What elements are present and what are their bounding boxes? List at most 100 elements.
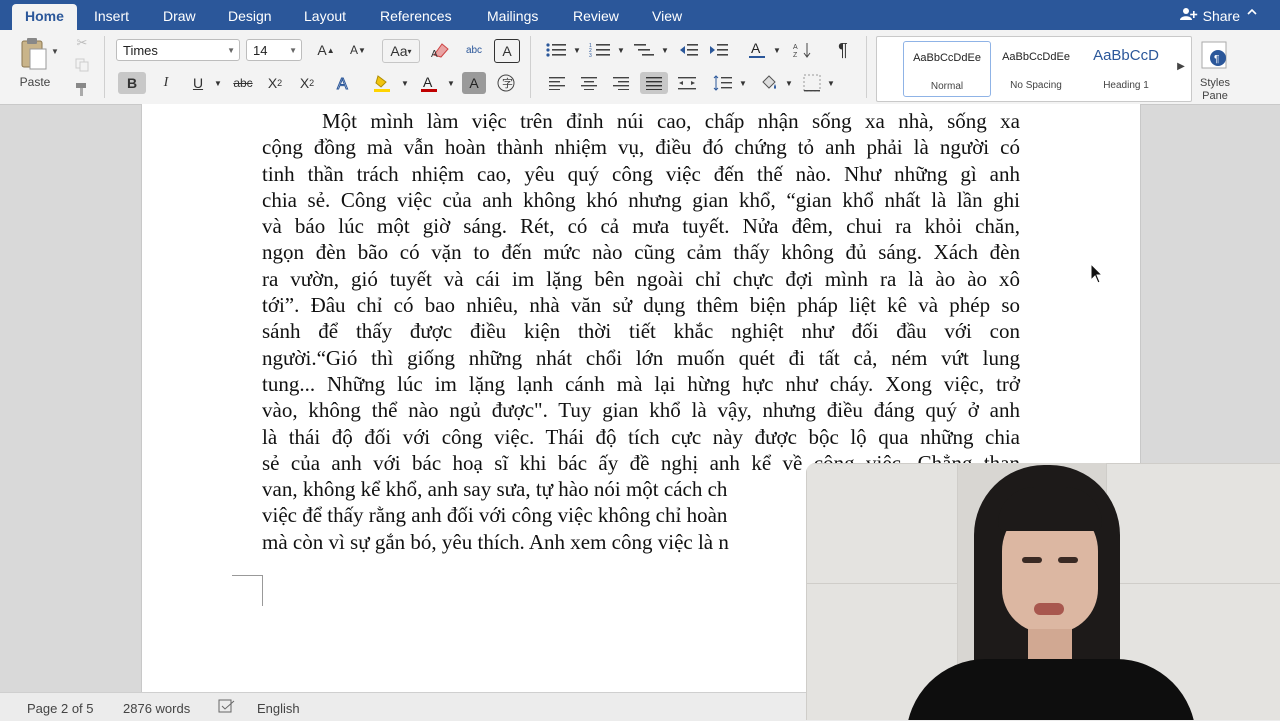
numbering-dropdown-icon[interactable]: ▼ bbox=[616, 39, 626, 61]
grow-font-icon[interactable]: A ▲ bbox=[312, 39, 340, 61]
multilevel-list-icon[interactable] bbox=[630, 39, 658, 61]
text-line: tinh thần trách nhiệm cao, yêu quý công … bbox=[262, 161, 1020, 186]
proofing-icon[interactable] bbox=[218, 699, 236, 718]
paste-label: Paste bbox=[19, 75, 51, 89]
style-no-spacing[interactable]: AaBbCcDdEe No Spacing bbox=[993, 41, 1079, 95]
person-bangs bbox=[998, 487, 1102, 531]
character-shading-icon[interactable]: A bbox=[462, 72, 486, 94]
person-mouth bbox=[1034, 603, 1064, 615]
text-line: ra vườn, gió tuyết và cái im lặng bên ng… bbox=[262, 266, 1020, 291]
svg-text:Z: Z bbox=[793, 52, 798, 59]
cut-icon[interactable]: ✂ bbox=[72, 34, 92, 52]
line-spacing-dropdown-icon[interactable]: ▼ bbox=[738, 72, 748, 94]
person-shirt bbox=[906, 659, 1196, 720]
wall-tile bbox=[1106, 463, 1280, 585]
person-eye bbox=[1058, 557, 1078, 563]
align-left-icon[interactable] bbox=[544, 72, 570, 94]
tab-view[interactable]: View bbox=[652, 0, 682, 30]
word-count[interactable]: 2876 words bbox=[123, 701, 190, 716]
language-indicator[interactable]: English bbox=[257, 701, 300, 716]
bullets-icon[interactable] bbox=[542, 39, 570, 61]
phonetic-guide-icon[interactable]: abc bbox=[460, 39, 488, 61]
text-line: và báo lúc một giờ sáng. Rét, có cả mưa … bbox=[262, 214, 1020, 239]
divider bbox=[104, 36, 105, 98]
style-preview: AaBbCcDdEe bbox=[913, 52, 981, 64]
text-effects-icon[interactable]: A bbox=[330, 72, 358, 94]
shading-dropdown-icon[interactable]: ▼ bbox=[784, 72, 794, 94]
numbering-icon[interactable]: 123 bbox=[586, 39, 614, 61]
clear-formatting-icon[interactable]: A bbox=[428, 39, 454, 61]
borders-dropdown-icon[interactable]: ▼ bbox=[826, 72, 836, 94]
tab-draw[interactable]: Draw bbox=[163, 0, 196, 30]
style-preview: AaBbCcDdEe bbox=[1002, 51, 1070, 63]
tab-mailings[interactable]: Mailings bbox=[487, 0, 538, 30]
collapse-ribbon-icon[interactable] bbox=[1246, 6, 1258, 21]
increase-indent-icon[interactable] bbox=[706, 39, 732, 61]
show-formatting-marks-icon[interactable]: ¶ bbox=[830, 39, 856, 61]
text-line: Một mình làm việc trên đỉnh núi cao, chấ… bbox=[322, 109, 1020, 133]
gallery-next-icon[interactable]: ▶ bbox=[1175, 59, 1187, 73]
divider bbox=[866, 36, 867, 98]
align-right-icon[interactable] bbox=[608, 72, 634, 94]
justify-icon[interactable] bbox=[640, 72, 668, 94]
borders-icon[interactable] bbox=[800, 72, 824, 94]
tab-references[interactable]: References bbox=[380, 0, 452, 30]
underline-dropdown-icon[interactable]: ▼ bbox=[211, 72, 225, 94]
svg-text:¶: ¶ bbox=[1214, 54, 1219, 65]
decrease-indent-icon[interactable] bbox=[676, 39, 702, 61]
font-size-value: 14 bbox=[253, 42, 268, 58]
shading-icon[interactable] bbox=[756, 72, 782, 94]
tab-layout[interactable]: Layout bbox=[304, 0, 346, 30]
enclose-characters-icon[interactable]: 字 bbox=[494, 72, 518, 94]
italic-button[interactable]: I bbox=[154, 72, 178, 94]
text-line: tung... Những lúc im lặng lạnh cánh mà l… bbox=[262, 371, 1020, 396]
highlight-dropdown-icon[interactable]: ▼ bbox=[398, 72, 412, 94]
tab-insert[interactable]: Insert bbox=[94, 0, 129, 30]
font-color-icon[interactable]: A bbox=[416, 72, 442, 94]
character-border-icon[interactable]: A bbox=[494, 39, 520, 63]
mouse-pointer-icon bbox=[1090, 262, 1104, 290]
format-painter-icon[interactable] bbox=[72, 80, 92, 98]
svg-text:3: 3 bbox=[589, 53, 592, 58]
tab-review[interactable]: Review bbox=[573, 0, 619, 30]
underline-button[interactable]: U bbox=[186, 72, 210, 94]
highlight-icon[interactable] bbox=[368, 72, 396, 94]
asian-layout-icon[interactable]: A bbox=[744, 39, 770, 61]
asian-layout-dropdown-icon[interactable]: ▼ bbox=[772, 39, 782, 61]
font-family-select[interactable]: Times ▼ bbox=[116, 39, 240, 61]
shrink-font-icon[interactable]: A ▼ bbox=[344, 39, 372, 61]
style-heading-1[interactable]: AaBbCcD Heading 1 bbox=[1083, 41, 1169, 95]
sort-icon[interactable]: AZ bbox=[790, 39, 816, 61]
superscript-button[interactable]: X2 bbox=[294, 72, 320, 94]
share-button[interactable]: Share bbox=[1179, 7, 1240, 24]
multilevel-dropdown-icon[interactable]: ▼ bbox=[660, 39, 670, 61]
chevron-down-icon: ▼ bbox=[227, 45, 235, 55]
paste-dropdown-icon[interactable]: ▼ bbox=[50, 45, 60, 57]
tab-home[interactable]: Home bbox=[12, 4, 77, 30]
svg-text:字: 字 bbox=[502, 76, 513, 90]
distributed-icon[interactable] bbox=[674, 72, 700, 94]
styles-pane-icon[interactable]: ¶ bbox=[1198, 38, 1232, 72]
svg-text:A: A bbox=[423, 74, 433, 90]
font-size-select[interactable]: 14 ▼ bbox=[246, 39, 302, 61]
font-color-dropdown-icon[interactable]: ▼ bbox=[444, 72, 458, 94]
ribbon-tab-bar: Home Insert Draw Design Layout Reference… bbox=[0, 0, 1280, 30]
style-label: No Spacing bbox=[1010, 80, 1062, 91]
line-spacing-icon[interactable] bbox=[710, 72, 736, 94]
align-center-icon[interactable] bbox=[576, 72, 602, 94]
divider bbox=[530, 36, 531, 98]
page-count[interactable]: Page 2 of 5 bbox=[27, 701, 94, 716]
tab-design[interactable]: Design bbox=[228, 0, 272, 30]
bullets-dropdown-icon[interactable]: ▼ bbox=[572, 39, 582, 61]
paste-icon[interactable] bbox=[14, 36, 54, 72]
text-line: sánh để thấy được điều kiện thời tiết kh… bbox=[262, 319, 1020, 344]
change-case-icon[interactable]: Aa ▾ bbox=[382, 39, 420, 63]
font-family-value: Times bbox=[123, 42, 158, 58]
style-preview: AaBbCcD bbox=[1093, 47, 1159, 64]
strikethrough-button[interactable]: abc bbox=[230, 72, 256, 94]
subscript-button[interactable]: X2 bbox=[262, 72, 288, 94]
webcam-overlay bbox=[806, 463, 1280, 720]
style-normal[interactable]: AaBbCcDdEe Normal bbox=[903, 41, 991, 97]
bold-button[interactable]: B bbox=[118, 72, 146, 94]
copy-icon[interactable] bbox=[72, 56, 92, 74]
